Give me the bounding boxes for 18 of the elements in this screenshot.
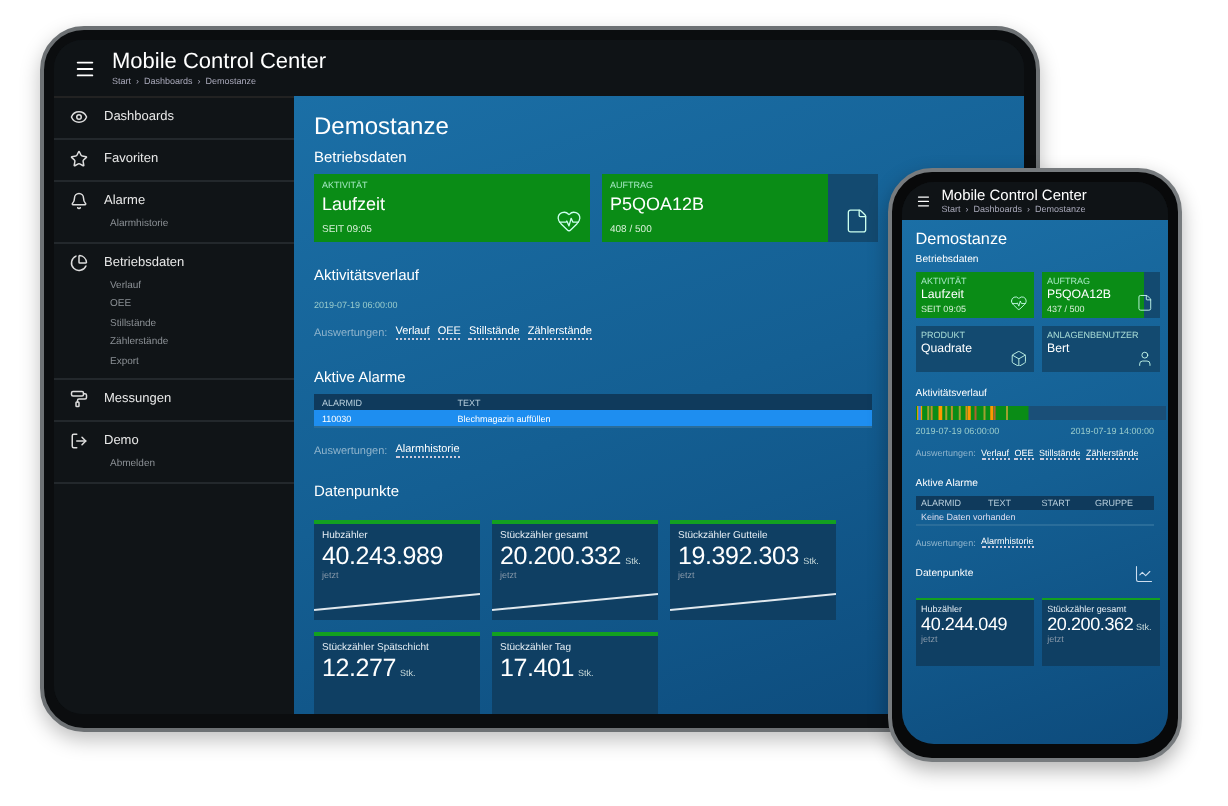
door-exit-icon	[70, 432, 88, 450]
document-icon	[1136, 294, 1155, 313]
star-icon	[70, 150, 88, 168]
heart-pulse-icon	[556, 208, 582, 234]
document-icon	[844, 208, 870, 234]
paint-roller-icon	[70, 390, 88, 408]
eye-icon	[70, 108, 88, 126]
user-icon	[1136, 349, 1155, 367]
heart-pulse-icon	[1010, 294, 1029, 313]
page-title: Demostanze	[314, 112, 451, 140]
menu-icon[interactable]	[74, 57, 96, 79]
pie-chart-icon	[70, 253, 88, 271]
cube-icon	[1010, 349, 1029, 367]
page-title: Demostanze	[915, 230, 1010, 249]
line-chart-icon[interactable]	[1134, 564, 1154, 585]
menu-icon[interactable]	[915, 193, 931, 209]
app-title: Mobile Control Center	[112, 50, 326, 76]
bell-icon	[70, 192, 88, 210]
